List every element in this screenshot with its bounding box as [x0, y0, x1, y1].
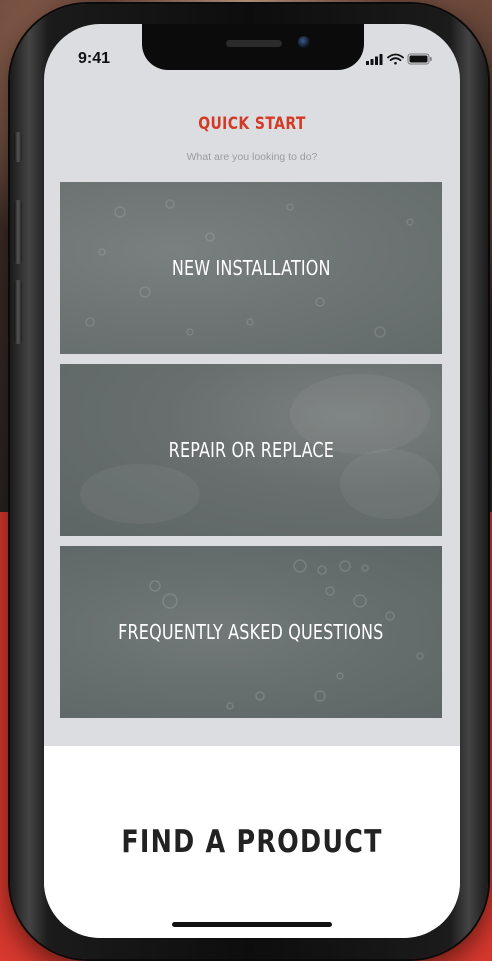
camera-icon — [298, 36, 310, 48]
signal-icon — [366, 54, 383, 65]
option-new-installation[interactable]: NEW INSTALLATION — [60, 182, 442, 354]
status-icons — [366, 53, 432, 65]
speaker-grille — [226, 40, 282, 47]
find-product-button[interactable]: FIND A PRODUCT — [81, 824, 422, 860]
option-label: NEW INSTALLATION — [171, 256, 331, 280]
page-title: QUICK START — [198, 114, 306, 134]
option-label: FREQUENTLY ASKED QUESTIONS — [118, 620, 384, 644]
option-label: REPAIR OR REPLACE — [168, 438, 334, 462]
volume-down-button — [14, 280, 22, 344]
wifi-icon — [387, 53, 404, 65]
mute-switch — [14, 132, 22, 162]
page-subtitle: What are you looking to do? — [186, 151, 318, 163]
option-faq[interactable]: FREQUENTLY ASKED QUESTIONS — [60, 546, 442, 718]
home-indicator[interactable] — [172, 922, 332, 927]
option-repair-or-replace[interactable]: REPAIR OR REPLACE — [60, 364, 442, 536]
volume-up-button — [14, 200, 22, 264]
find-product-panel[interactable]: FIND A PRODUCT — [44, 746, 460, 938]
status-time: 9:41 — [78, 50, 111, 67]
app-screen: 9:41 QUICK START What are you looking to… — [44, 24, 460, 938]
notch — [142, 24, 364, 70]
battery-icon — [407, 53, 432, 65]
